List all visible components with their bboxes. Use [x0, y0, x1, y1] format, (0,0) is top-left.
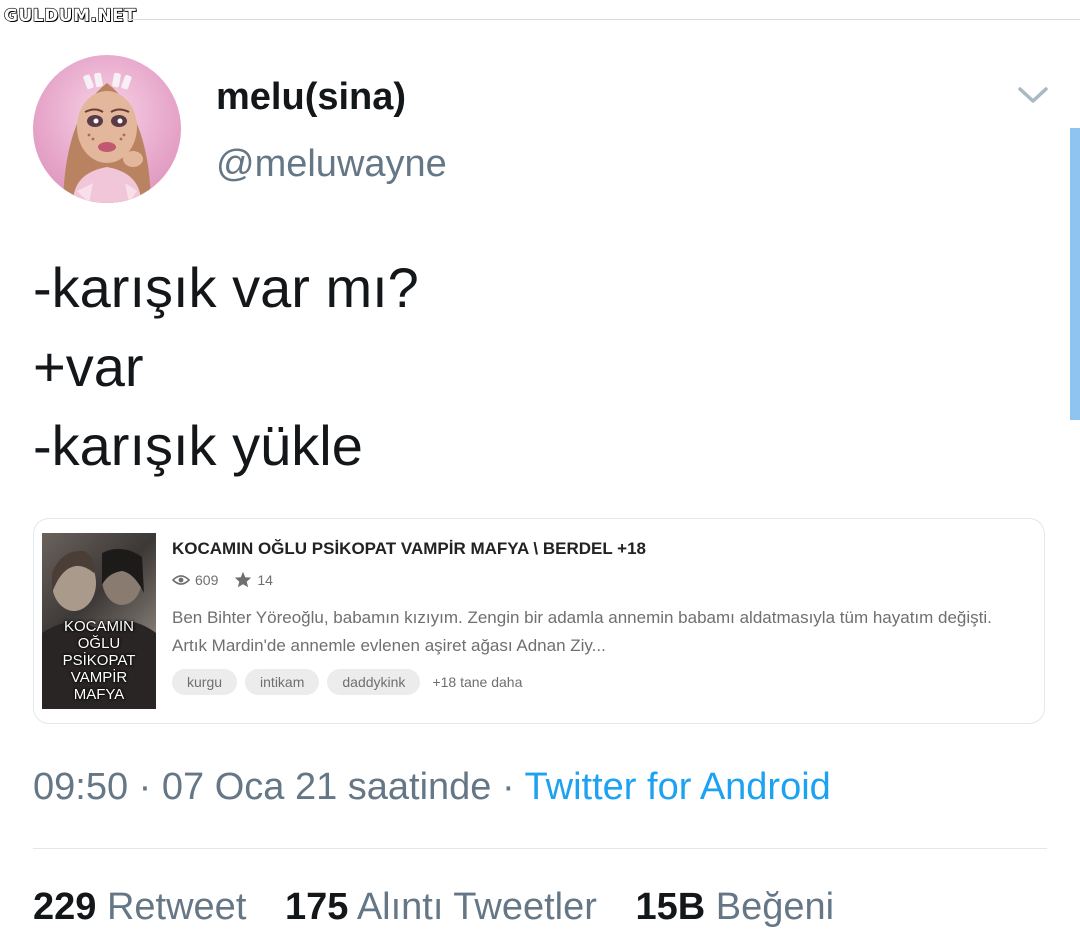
- display-name[interactable]: melu(sina): [216, 76, 406, 119]
- retweet-label: Retweet: [106, 886, 247, 928]
- tag-chip[interactable]: kurgu: [172, 669, 238, 695]
- story-stats: 609 14: [172, 571, 289, 588]
- scrollbar-thumb[interactable]: [1070, 128, 1080, 420]
- engagement-counts: 229 Retweet 175 Alıntı Tweetler 15B Beğe…: [33, 886, 862, 929]
- more-tags-link[interactable]: +18 tane daha: [432, 674, 522, 690]
- votes-stat: 14: [234, 571, 273, 588]
- like-count: 15B: [635, 886, 706, 928]
- tweet-text: -karışık var mı? +var -karışık yükle: [33, 248, 419, 485]
- eye-icon: [172, 574, 190, 585]
- card-title[interactable]: KOCAMIN OĞLU PSİKOPAT VAMPİR MAFYA \ BER…: [172, 539, 646, 559]
- cover-text-line: MAFYA: [73, 686, 125, 703]
- tweet-date: 07 Oca 21 saatinde: [161, 766, 492, 808]
- watermark-logo: GULDUM.NET: [3, 5, 137, 26]
- top-divider: [128, 19, 1080, 20]
- votes-count: 14: [257, 571, 273, 588]
- card-description: Ben Bihter Yöreoğlu, babamın kızıyım. Ze…: [172, 608, 992, 655]
- chevron-down-icon[interactable]: [1016, 84, 1050, 106]
- book-cover-image: KOCAMIN OĞLU PSİKOPAT VAMPİR MAFYA: [42, 533, 156, 709]
- link-preview-card[interactable]: KOCAMIN OĞLU PSİKOPAT VAMPİR MAFYA KOCAM…: [33, 518, 1045, 724]
- quote-count: 175: [284, 886, 349, 928]
- cover-text-line: KOCAMIN OĞLU: [63, 618, 134, 652]
- tag-list: kurgu intikam daddykink +18 tane daha: [172, 669, 522, 695]
- quote-label: Alıntı Tweetler: [356, 886, 597, 928]
- avatar[interactable]: [33, 55, 181, 203]
- quote-count-link[interactable]: 175 Alıntı Tweetler: [285, 886, 597, 929]
- tag-chip[interactable]: daddykink: [327, 669, 421, 695]
- source-link[interactable]: Twitter for Android: [525, 766, 831, 808]
- book-cover-text: KOCAMIN OĞLU PSİKOPAT VAMPİR MAFYA: [42, 618, 156, 703]
- tag-chip[interactable]: intikam: [245, 669, 320, 695]
- tweet-line: -karışık var mı?: [33, 256, 419, 319]
- like-label: Beğeni: [715, 886, 835, 928]
- metadata-divider: [33, 848, 1047, 849]
- tweet-line: -karışık yükle: [33, 414, 363, 477]
- user-handle[interactable]: @meluwayne: [216, 143, 447, 186]
- retweet-count: 229: [33, 886, 97, 928]
- views-stat: 609: [172, 572, 218, 588]
- like-count-link[interactable]: 15B Beğeni: [635, 886, 834, 929]
- avatar-doll-illustration: [63, 72, 151, 203]
- star-icon: [235, 571, 252, 588]
- meta-separator: ·: [128, 766, 162, 808]
- retweet-count-link[interactable]: 229 Retweet: [33, 886, 246, 929]
- views-count: 609: [195, 571, 219, 588]
- meta-separator: ·: [491, 766, 525, 808]
- tweet-line: +var: [33, 335, 144, 398]
- tweet-metadata: 09:50 · 07 Oca 21 saatinde · Twitter for…: [33, 766, 831, 809]
- cover-text-line: PSİKOPAT VAMPİR: [62, 652, 136, 686]
- tweet-time: 09:50: [33, 766, 129, 808]
